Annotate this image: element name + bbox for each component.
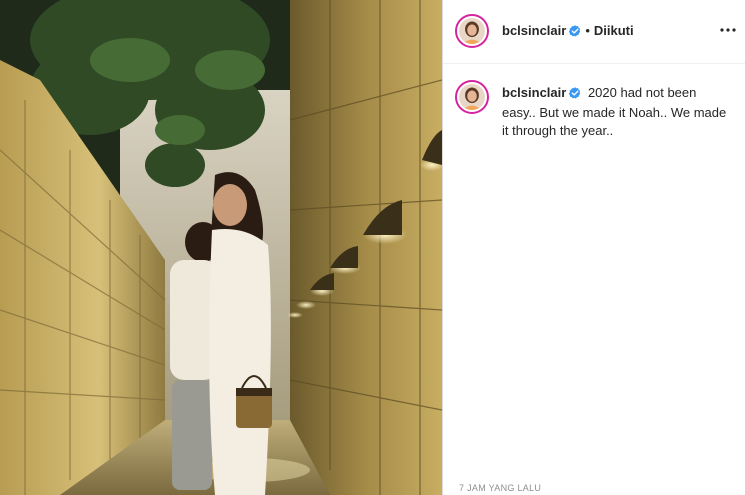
separator-dot: • [585,23,590,38]
post-photo[interactable] [0,0,442,495]
follow-button[interactable]: Diikuti [594,23,634,38]
post-sidebar: bclsinclair • Diikuti bclsinclair 2020 had… [442,0,745,495]
post-caption: bclsinclair 2020 had not been easy.. But… [502,84,727,140]
verified-badge-icon [569,86,581,104]
more-options-icon[interactable] [719,22,737,38]
avatar[interactable] [455,80,489,114]
header-user-info: bclsinclair • Diikuti [502,23,634,40]
verified-badge-icon [569,25,581,40]
caption-username-link[interactable]: bclsinclair [502,85,566,100]
post-timestamp[interactable]: 7 JAM YANG LALU [459,483,541,493]
avatar-image [459,84,485,110]
post-image [0,0,442,495]
post-header: bclsinclair • Diikuti [443,0,745,64]
username-link[interactable]: bclsinclair [502,23,566,38]
avatar-image [459,18,485,44]
avatar[interactable] [455,14,489,48]
